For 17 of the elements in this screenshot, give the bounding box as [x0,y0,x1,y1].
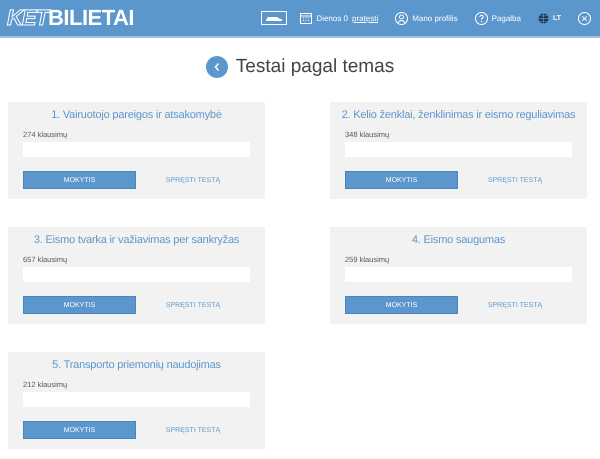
days-label: Dienos 0 [316,14,348,22]
close-icon[interactable] [578,12,591,24]
topic-title: 3. Eismo tvarka ir važiavimas per sankryžas [34,233,240,247]
globe-icon[interactable] [538,12,549,24]
calendar-icon [300,12,312,24]
topic-title: 5. Transporto priemonių naudojimas [52,358,221,372]
topic-title: 4. Eismo saugumas [412,233,506,247]
back-button[interactable] [206,56,228,78]
profile-link[interactable]: Mano profilis [412,14,458,22]
extend-link[interactable]: pratęsti [352,14,378,22]
topic-title: 1. Vairuotojo pareigos ir atsakomybė [51,108,222,122]
page-title: Testai pagal temas [236,56,394,78]
chevron-left-icon [212,62,221,72]
topic-title: 2. Kelio ženklai, ženklinimas ir eismo reguliavimas [342,108,576,122]
help-icon[interactable] [474,12,488,24]
user-icon[interactable] [395,12,408,24]
help-link[interactable]: Pagalba [492,14,521,22]
